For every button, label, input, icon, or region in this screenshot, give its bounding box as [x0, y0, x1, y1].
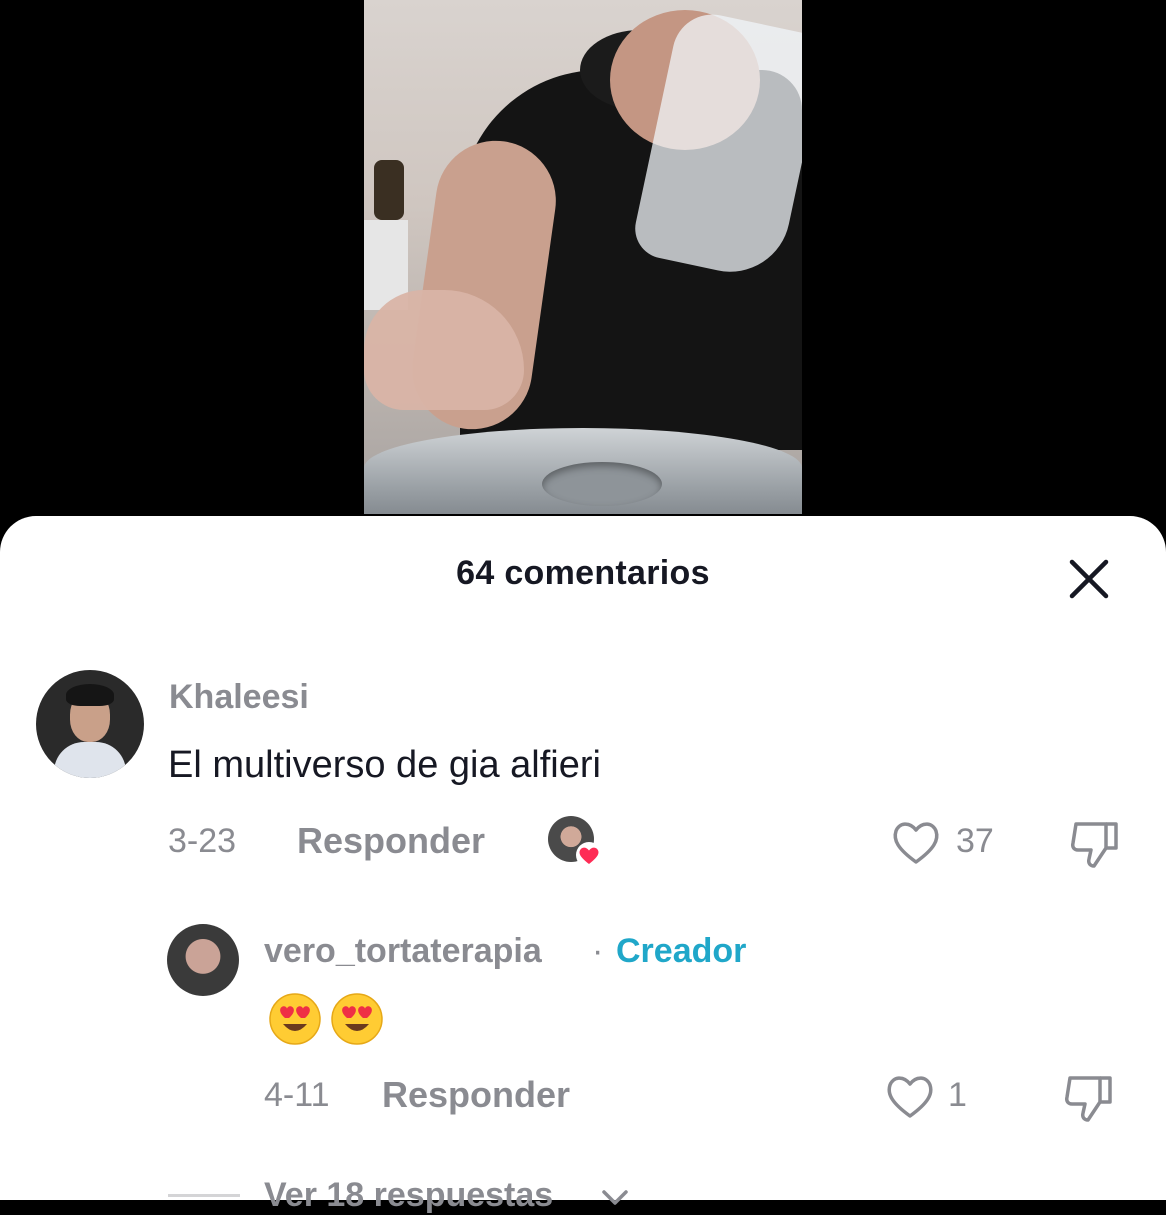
heart-eyes-emoji-icon [269, 993, 321, 1045]
reply-date: 4-11 [264, 1076, 330, 1114]
reply-like-button[interactable] [884, 1072, 936, 1125]
view-replies-button[interactable]: Ver 18 respuestas [264, 1176, 553, 1215]
thumbs-down-icon [1065, 1076, 1112, 1122]
avatar[interactable] [36, 670, 144, 778]
reply-like-count: 1 [948, 1076, 967, 1114]
heart-outline-icon [893, 822, 939, 864]
creator-avatar[interactable] [167, 924, 239, 996]
like-count: 37 [956, 822, 994, 860]
close-icon [1069, 559, 1109, 599]
avatar-shirt [54, 742, 126, 778]
creator-badge: Creador [616, 932, 747, 970]
reply-dislike-button[interactable] [1062, 1072, 1116, 1129]
comments-count-title: 64 comentarios [456, 554, 710, 592]
reply-button[interactable]: Responder [297, 820, 485, 862]
comment-date: 3-23 [168, 822, 237, 860]
chevron-down-icon[interactable] [600, 1188, 630, 1208]
heart-outline-icon [887, 1076, 933, 1118]
like-button[interactable] [890, 818, 942, 871]
avatar-hair [66, 684, 114, 706]
dislike-button[interactable] [1068, 818, 1122, 875]
creator-liked-heart-icon [576, 842, 602, 868]
view-replies-divider [168, 1194, 240, 1197]
heart-eyes-emoji-icon [331, 993, 383, 1045]
close-button[interactable] [1066, 556, 1112, 602]
creator-liked-badge [548, 816, 602, 868]
comments-sheet: 64 comentarios Khaleesi El multiverso de… [0, 516, 1166, 1214]
video-frame[interactable] [364, 0, 802, 514]
video-pan-center [542, 462, 662, 506]
username-separator: · [592, 932, 604, 970]
reply-reply-button[interactable]: Responder [382, 1074, 570, 1116]
thumbs-down-icon [1071, 822, 1118, 868]
video-player[interactable] [0, 0, 1166, 540]
reply-username[interactable]: vero_tortaterapia [264, 932, 542, 971]
video-bottle [374, 160, 404, 220]
comment-text: El multiverso de gia alfieri [168, 744, 601, 786]
comment-username[interactable]: Khaleesi [169, 678, 309, 717]
